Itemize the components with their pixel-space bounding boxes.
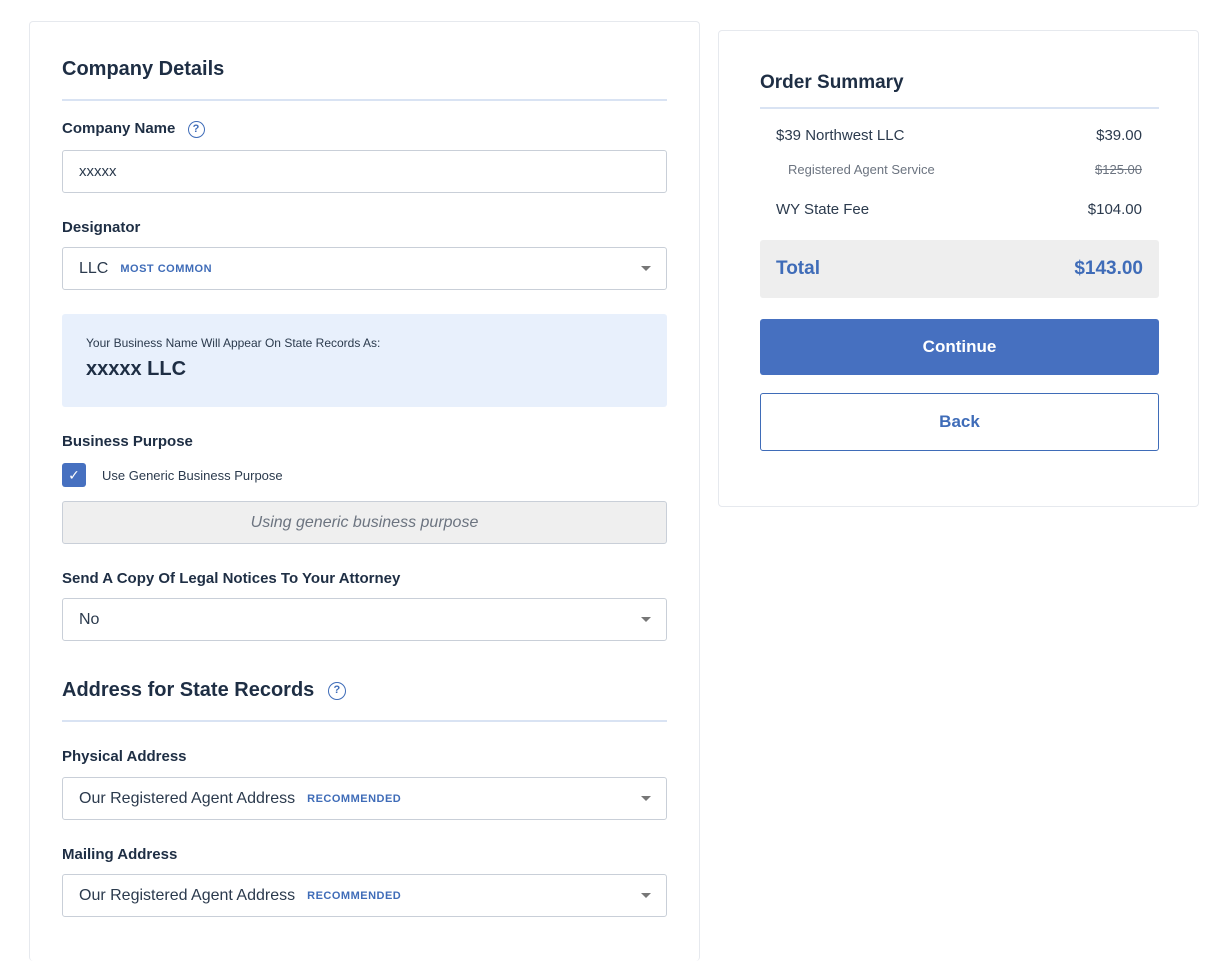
line-item-price: $39.00 [1096,127,1142,144]
line-item-label: Registered Agent Service [788,162,935,177]
caret-down-icon [641,265,651,271]
generic-purpose-row[interactable]: ✓ Use Generic Business Purpose [62,463,283,487]
continue-button[interactable]: Continue [760,319,1159,375]
line-item-label: $39 Northwest LLC [776,127,905,144]
most-common-tag: MOST COMMON [120,262,213,275]
physical-address-select[interactable]: Our Registered Agent Address RECOMMENDED [62,777,667,820]
total-value: $143.00 [1074,258,1143,279]
line-item-registered-agent: Registered Agent Service $125.00 [788,162,1142,177]
order-summary-divider [760,107,1159,109]
designator-label: Designator [62,219,141,236]
designator-value: LLC [79,259,109,277]
attorney-label: Send A Copy Of Legal Notices To Your Att… [62,570,401,587]
company-details-divider [62,99,667,101]
order-summary-title: Order Summary [760,72,904,93]
back-button[interactable]: Back [760,393,1159,451]
mailing-address-value: Our Registered Agent Address [79,886,296,904]
business-purpose-label: Business Purpose [62,433,193,450]
company-name-label-text: Company Name [62,120,176,137]
preview-name: xxxxx LLC [86,358,187,380]
caret-down-icon [641,616,651,622]
line-item-price: $104.00 [1087,201,1142,218]
line-item-llc: $39 Northwest LLC $39.00 [776,127,1142,144]
physical-address-label: Physical Address [62,748,187,765]
company-details-card: Company Details Company Name ? xxxxx Des… [29,21,700,961]
business-purpose-input: Using generic business purpose [62,501,667,544]
caret-down-icon [641,795,651,801]
company-name-label: Company Name ? [62,120,205,138]
attorney-select[interactable]: No [62,598,667,641]
recommended-tag: RECOMMENDED [307,792,402,805]
address-title-text: Address for State Records [62,679,315,701]
line-item-label: WY State Fee [776,201,870,218]
preview-caption: Your Business Name Will Appear On State … [86,336,381,350]
recommended-tag: RECOMMENDED [307,889,402,902]
address-title: Address for State Records ? [62,679,346,702]
generic-purpose-checkbox[interactable]: ✓ [62,463,86,487]
order-summary-card: Order Summary $39 Northwest LLC $39.00 R… [718,30,1199,507]
mailing-address-select[interactable]: Our Registered Agent Address RECOMMENDED [62,874,667,917]
check-icon: ✓ [68,466,80,483]
line-item-state-fee: WY State Fee $104.00 [776,201,1142,218]
mailing-address-label: Mailing Address [62,846,178,863]
company-name-input[interactable]: xxxxx [62,150,667,193]
company-name-value: xxxxx [79,163,117,180]
help-circle-icon[interactable]: ? [327,681,346,700]
total-box: Total $143.00 [760,240,1159,298]
total-label: Total [776,258,820,279]
address-divider [62,720,667,722]
help-circle-icon[interactable]: ? [187,120,205,138]
designator-select[interactable]: LLC MOST COMMON [62,247,667,290]
physical-address-value: Our Registered Agent Address [79,789,296,807]
attorney-value: No [79,610,100,628]
line-item-price: $125.00 [1095,162,1142,177]
generic-purpose-label: Use Generic Business Purpose [102,467,283,483]
business-name-preview: Your Business Name Will Appear On State … [62,314,667,407]
company-details-title: Company Details [62,58,225,80]
caret-down-icon [641,892,651,898]
